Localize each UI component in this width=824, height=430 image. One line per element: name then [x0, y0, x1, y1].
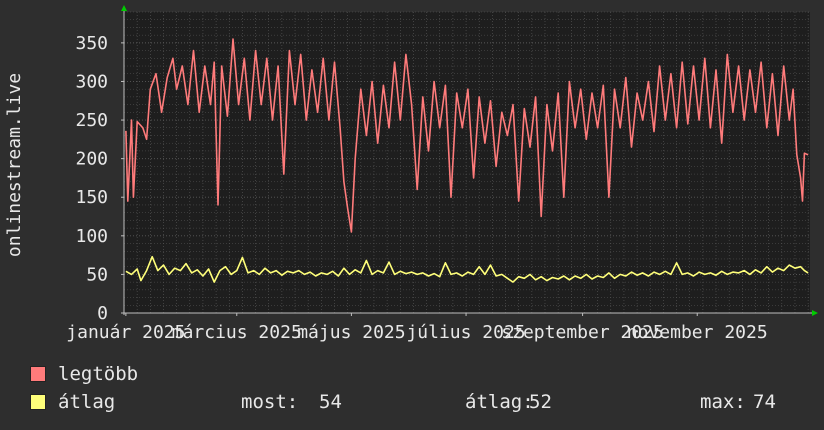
y-axis-arrow: [121, 5, 127, 11]
legend-item-legtobb: legtöbb: [30, 362, 138, 386]
x-tick-label: november 2025: [627, 322, 768, 343]
legend-label: legtöbb: [58, 363, 139, 385]
y-tick-label: 50: [86, 264, 108, 285]
y-tick-label: 200: [75, 149, 108, 170]
x-tick-labels: január 2025március 2025május 2025 július …: [66, 313, 768, 343]
x-tick-label: március 2025: [172, 322, 302, 343]
line-chart: 0 50 100 150 200 250 300 350 január 2025március…: [4, 5, 818, 343]
y-tick-label: 250: [75, 110, 108, 131]
y-tick-label: 350: [75, 33, 108, 54]
y-axis-label: onlinestream.live: [4, 73, 25, 257]
stat-atlag-label: átlag:: [465, 391, 534, 413]
legend-label: átlag: [58, 391, 116, 413]
stat-max-label: max:: [700, 391, 746, 413]
x-axis-arrow: [812, 310, 818, 316]
y-tick-labels: 0 50 100 150 200 250 300 350: [75, 33, 124, 324]
y-tick-label: 100: [75, 226, 108, 247]
y-tick-label: 0: [97, 303, 108, 324]
stat-max-value: 74: [753, 391, 776, 413]
x-tick-label: május 2025: [297, 322, 405, 343]
legend-item-atlag: átlag: [30, 390, 115, 414]
x-tick-label: január 2025: [66, 322, 185, 343]
y-tick-label: 300: [75, 71, 108, 92]
stat-most-label: most:: [241, 391, 299, 413]
y-tick-label: 150: [75, 187, 108, 208]
legtobb-swatch: [30, 366, 46, 382]
stat-atlag-value: 52: [529, 391, 552, 413]
atlag-swatch: [30, 394, 46, 410]
stat-most-value: 54: [319, 391, 342, 413]
